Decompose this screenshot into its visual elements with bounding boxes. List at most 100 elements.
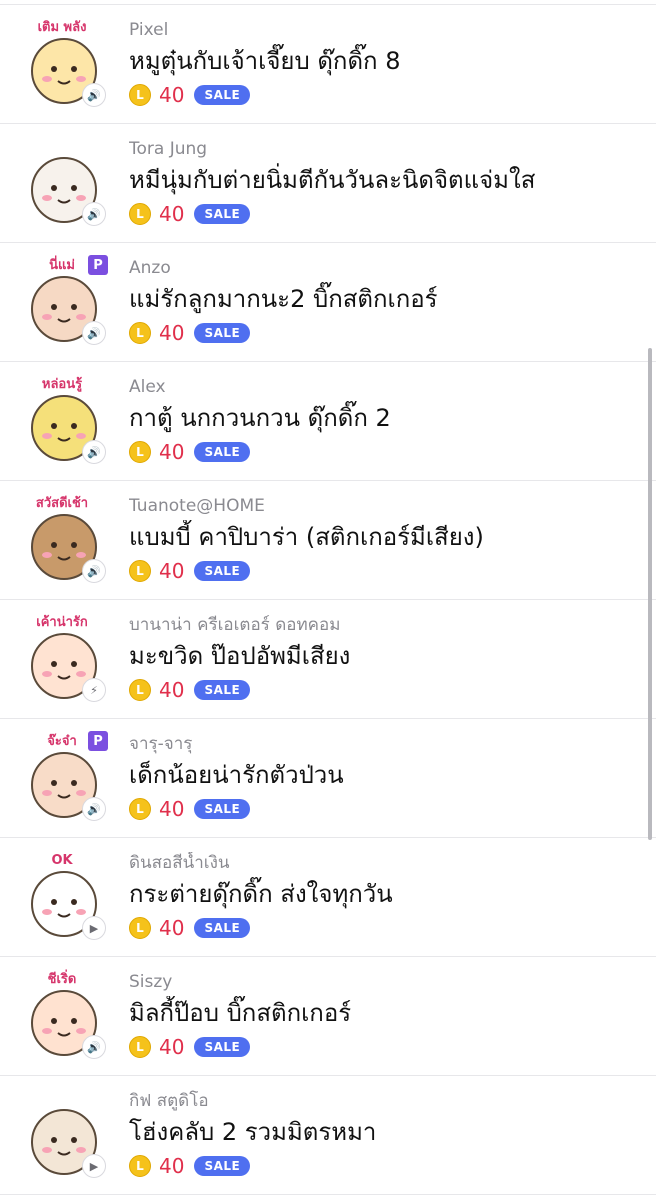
sticker-title[interactable]: เด็กน้อยน่ารักตัวป่วน [129, 758, 644, 792]
sticker-list-item[interactable]: OK ▶ ดินสอสีน้ำเงิน กระต่ายดุ๊กดิ๊ก ส่งใ… [0, 838, 656, 957]
sticker-title[interactable]: มะขวิด ป๊อปอัพมีเสียง [129, 639, 644, 673]
coin-icon: L [129, 917, 151, 939]
sticker-thumbnail[interactable]: เค้าน่ารัก ⚡ [14, 610, 110, 706]
coin-icon: L [129, 84, 151, 106]
premium-badge: P [88, 731, 108, 751]
coin-icon: L [129, 203, 151, 225]
sticker-title[interactable]: หมูตุ๋นกับเจ้าเจี๊ยบ ดุ๊กดิ๊ก 8 [129, 44, 644, 78]
sticker-list-item[interactable]: ▶ กิฟ สตูดิโอ โฮ่งคลับ 2 รวมมิตรหมา L 40… [0, 1076, 656, 1195]
sticker-thumbnail[interactable]: ▶ [14, 1086, 110, 1182]
price-line: L 40 SALE [129, 439, 644, 465]
sticker-thumbnail[interactable]: สวัสดีเช้า 🔊 [14, 491, 110, 587]
sticker-title[interactable]: โฮ่งคลับ 2 รวมมิตรหมา [129, 1115, 644, 1149]
coin-icon: L [129, 441, 151, 463]
sticker-info: Anzo แม่รักลูกมากนะ2 บิ๊กสติกเกอร์ L 40 … [129, 257, 644, 346]
sticker-author[interactable]: Alex [129, 376, 644, 398]
sticker-thumbnail[interactable]: เติม พลัง 🔊 [14, 15, 110, 111]
sticker-thumbnail-text: นี่แม่ [49, 255, 75, 273]
sticker-thumbnail[interactable]: OK ▶ [14, 848, 110, 944]
sale-badge: SALE [194, 204, 251, 224]
sticker-list: เติม พลัง 🔊 Pixel หมูตุ๋นกับเจ้าเจี๊ยบ ด… [0, 0, 656, 1195]
sticker-thumbnail[interactable]: ชีเริ่ด 🔊 [14, 967, 110, 1063]
price-line: L 40 SALE [129, 201, 644, 227]
sticker-info: ดินสอสีน้ำเงิน กระต่ายดุ๊กดิ๊ก ส่งใจทุกว… [129, 852, 644, 941]
premium-badge: P [88, 255, 108, 275]
price-line: L 40 SALE [129, 796, 644, 822]
sticker-author[interactable]: Siszy [129, 971, 644, 993]
sticker-thumbnail[interactable]: นี่แม่ P 🔊 [14, 253, 110, 349]
scrollbar[interactable] [648, 348, 652, 840]
sticker-thumbnail-text: หล่อนรู้ [42, 376, 82, 392]
sticker-thumbnail[interactable]: จ๊ะจ๋า P 🔊 [14, 729, 110, 825]
sticker-list-item[interactable]: 🔊 Tora Jung หมีนุ่มกับต่ายนิ่มตีกันวันละ… [0, 124, 656, 243]
sticker-price: 40 [159, 1154, 185, 1178]
sound-icon[interactable]: 🔊 [82, 440, 106, 464]
sticker-thumbnail-text: เติม พลัง [38, 20, 87, 35]
sticker-author[interactable]: ดินสอสีน้ำเงิน [129, 852, 644, 874]
sticker-thumbnail-text: สวัสดีเช้า [36, 495, 88, 511]
sticker-info: กิฟ สตูดิโอ โฮ่งคลับ 2 รวมมิตรหมา L 40 S… [129, 1090, 644, 1179]
sticker-author[interactable]: Tora Jung [129, 138, 644, 160]
sale-badge: SALE [194, 323, 251, 343]
sticker-thumbnail-text: OK [51, 853, 73, 868]
sticker-price: 40 [159, 559, 185, 583]
price-line: L 40 SALE [129, 1034, 644, 1060]
sale-badge: SALE [194, 680, 251, 700]
sticker-author[interactable]: จารุ-จารุ [129, 733, 644, 755]
sticker-price: 40 [159, 202, 185, 226]
sticker-list-item[interactable]: จ๊ะจ๋า P 🔊 จารุ-จารุ เด็กน้อยน่ารักตัวป่… [0, 719, 656, 838]
sound-icon[interactable]: 🔊 [82, 83, 106, 107]
sticker-title[interactable]: กาตู้ นกกวนกวน ดุ๊กดิ๊ก 2 [129, 401, 644, 435]
sale-badge: SALE [194, 1037, 251, 1057]
sticker-thumbnail-text: เค้าน่ารัก [36, 614, 88, 630]
sticker-info: จารุ-จารุ เด็กน้อยน่ารักตัวป่วน L 40 SAL… [129, 733, 644, 822]
sound-icon[interactable]: 🔊 [82, 797, 106, 821]
sticker-list-item[interactable]: เค้าน่ารัก ⚡ บานาน่า ครีเอเตอร์ ดอทคอม ม… [0, 600, 656, 719]
sticker-thumbnail-text: ชีเริ่ด [48, 969, 77, 987]
sticker-title[interactable]: กระต่ายดุ๊กดิ๊ก ส่งใจทุกวัน [129, 877, 644, 911]
sticker-title[interactable]: หมีนุ่มกับต่ายนิ่มตีกันวันละนิดจิตแจ่มใส [129, 163, 644, 197]
sticker-author[interactable]: Anzo [129, 257, 644, 279]
sticker-info: Siszy มิลกี้ป๊อบ บิ๊กสติกเกอร์ L 40 SALE [129, 971, 644, 1060]
sticker-info: Tuanote@HOME แบมบี้ คาปิบาร่า (สติกเกอร์… [129, 495, 644, 584]
coin-icon: L [129, 1036, 151, 1058]
sticker-price: 40 [159, 678, 185, 702]
sticker-price: 40 [159, 916, 185, 940]
price-line: L 40 SALE [129, 558, 644, 584]
sale-badge: SALE [194, 561, 251, 581]
sound-icon[interactable]: 🔊 [82, 1035, 106, 1059]
sticker-author[interactable]: บานาน่า ครีเอเตอร์ ดอทคอม [129, 614, 644, 636]
sticker-info: Pixel หมูตุ๋นกับเจ้าเจี๊ยบ ดุ๊กดิ๊ก 8 L … [129, 19, 644, 108]
price-line: L 40 SALE [129, 677, 644, 703]
sticker-title[interactable]: มิลกี้ป๊อบ บิ๊กสติกเกอร์ [129, 996, 644, 1030]
sticker-list-item[interactable]: สวัสดีเช้า 🔊 Tuanote@HOME แบมบี้ คาปิบาร… [0, 481, 656, 600]
sticker-list-item[interactable]: เติม พลัง 🔊 Pixel หมูตุ๋นกับเจ้าเจี๊ยบ ด… [0, 5, 656, 124]
sticker-author[interactable]: Tuanote@HOME [129, 495, 644, 517]
sticker-list-item[interactable]: ชีเริ่ด 🔊 Siszy มิลกี้ป๊อบ บิ๊กสติกเกอร์… [0, 957, 656, 1076]
sound-icon[interactable]: 🔊 [82, 202, 106, 226]
play-icon[interactable]: ▶ [82, 1154, 106, 1178]
sale-badge: SALE [194, 799, 251, 819]
sticker-title[interactable]: แม่รักลูกมากนะ2 บิ๊กสติกเกอร์ [129, 282, 644, 316]
popup-icon[interactable]: ⚡ [82, 678, 106, 702]
sound-icon[interactable]: 🔊 [82, 321, 106, 345]
sticker-thumbnail-text: จ๊ะจ๋า [47, 733, 77, 749]
coin-icon: L [129, 322, 151, 344]
sticker-title[interactable]: แบมบี้ คาปิบาร่า (สติกเกอร์มีเสียง) [129, 520, 644, 554]
sticker-list-item[interactable]: นี่แม่ P 🔊 Anzo แม่รักลูกมากนะ2 บิ๊กสติก… [0, 243, 656, 362]
sticker-thumbnail[interactable]: 🔊 [14, 134, 110, 230]
sticker-list-item[interactable]: หล่อนรู้ 🔊 Alex กาตู้ นกกวนกวน ดุ๊กดิ๊ก … [0, 362, 656, 481]
sticker-price: 40 [159, 321, 185, 345]
sticker-price: 40 [159, 797, 185, 821]
sticker-info: Tora Jung หมีนุ่มกับต่ายนิ่มตีกันวันละนิ… [129, 138, 644, 227]
sticker-price: 40 [159, 83, 185, 107]
sale-badge: SALE [194, 918, 251, 938]
sticker-thumbnail[interactable]: หล่อนรู้ 🔊 [14, 372, 110, 468]
sticker-author[interactable]: Pixel [129, 19, 644, 41]
sticker-author[interactable]: กิฟ สตูดิโอ [129, 1090, 644, 1112]
price-line: L 40 SALE [129, 82, 644, 108]
sound-icon[interactable]: 🔊 [82, 559, 106, 583]
play-icon[interactable]: ▶ [82, 916, 106, 940]
price-line: L 40 SALE [129, 320, 644, 346]
sticker-info: บานาน่า ครีเอเตอร์ ดอทคอม มะขวิด ป๊อปอัพ… [129, 614, 644, 703]
